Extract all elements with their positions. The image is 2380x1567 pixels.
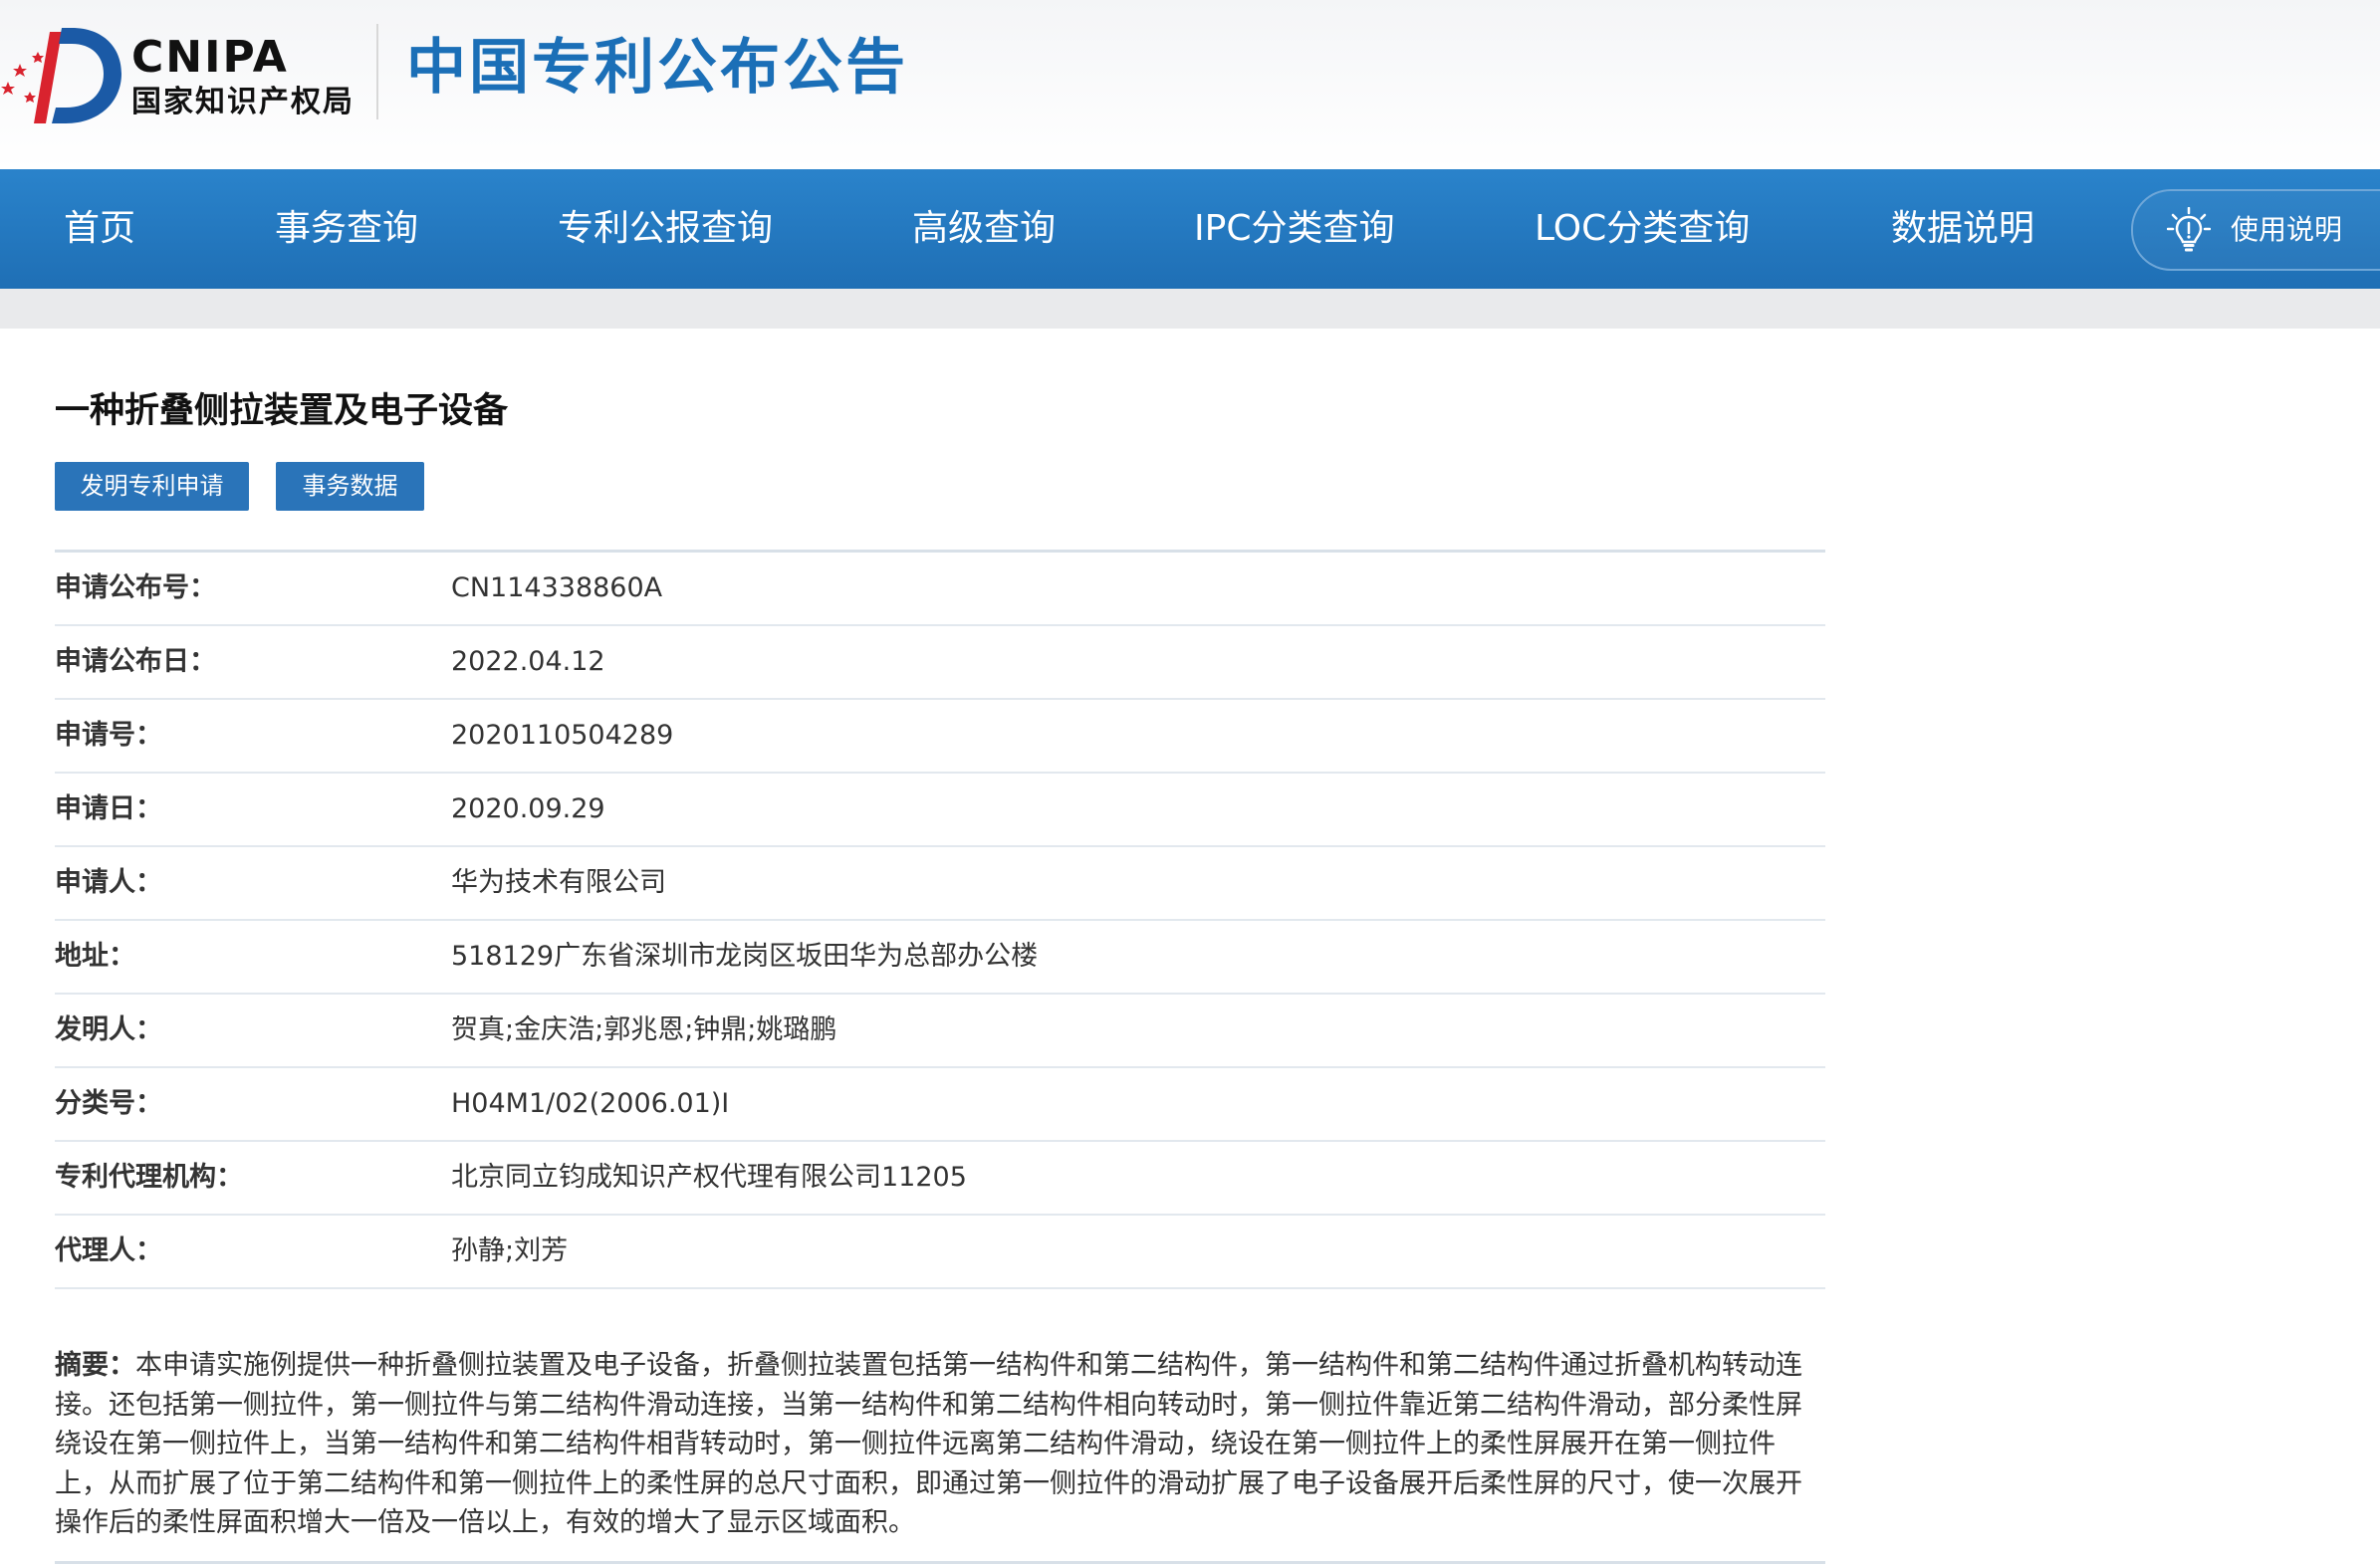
content-top-band [0, 289, 2380, 329]
field-label: 地址： [55, 941, 135, 972]
field-value: 2020110504289 [451, 720, 674, 751]
field-value: 孙静;刘芳 [451, 1235, 569, 1266]
main-nav: 首页 事务查询 专利公报查询 高级查询 IPC分类查询 LOC分类查询 数据说明… [0, 169, 2380, 289]
nav-item-transaction-query[interactable]: 事务查询 [275, 169, 418, 289]
nav-item-data-description[interactable]: 数据说明 [1891, 169, 2034, 289]
patent-abstract: 摘要：本申请实施例提供一种折叠侧拉装置及电子设备，折叠侧拉装置包括第一结构件和第… [55, 1346, 1825, 1543]
transaction-data-tag-button[interactable]: 事务数据 [276, 462, 424, 511]
table-row: 申请日： 2020.09.29 [55, 774, 1825, 847]
field-value: H04M1/02(2006.01)I [451, 1088, 730, 1119]
field-label: 申请公布日： [55, 646, 216, 677]
cnipa-logo[interactable]: CNIPA 国家知识产权局 [0, 22, 358, 131]
field-value: 北京同立钧成知识产权代理有限公司11205 [451, 1162, 967, 1193]
abstract-text: 本申请实施例提供一种折叠侧拉装置及电子设备，折叠侧拉装置包括第一结构件和第二结构… [55, 1350, 1802, 1538]
field-label: 申请日： [55, 793, 162, 824]
patent-title: 一种折叠侧拉装置及电子设备 [55, 391, 509, 431]
patent-info-table: 申请公布号： CN114338860A 申请公布日： 2022.04.12 申请… [55, 550, 1825, 1289]
lightbulb-icon [2167, 207, 2211, 252]
field-value: 2022.04.12 [451, 646, 605, 677]
nav-item-loc-query[interactable]: LOC分类查询 [1535, 169, 1750, 289]
field-value: CN114338860A [451, 572, 663, 603]
help-button-label: 使用说明 [2231, 213, 2343, 246]
site-title[interactable]: 中国专利公布公告 [406, 38, 908, 98]
abstract-label: 摘要： [55, 1350, 135, 1381]
field-label: 专利代理机构： [55, 1162, 243, 1193]
table-row: 分类号： H04M1/02(2006.01)I [55, 1068, 1825, 1142]
nav-item-gazette-query[interactable]: 专利公报查询 [558, 169, 773, 289]
field-label: 代理人： [55, 1235, 162, 1266]
field-label: 发明人： [55, 1014, 162, 1045]
site-header: CNIPA 国家知识产权局 中国专利公布公告 [0, 0, 2380, 169]
invention-application-tag-button[interactable]: 发明专利申请 [55, 462, 249, 511]
logo-text: CNIPA [131, 32, 289, 83]
nav-item-ipc-query[interactable]: IPC分类查询 [1194, 169, 1394, 289]
field-value: 华为技术有限公司 [451, 867, 666, 898]
table-row: 申请人： 华为技术有限公司 [55, 847, 1825, 921]
field-value: 2020.09.29 [451, 793, 605, 824]
table-row: 申请公布日： 2022.04.12 [55, 626, 1825, 700]
logo-subtitle: 国家知识产权局 [131, 85, 355, 119]
header-divider [376, 24, 378, 119]
table-row: 代理人： 孙静;刘芳 [55, 1216, 1825, 1289]
table-row: 地址： 518129广东省深圳市龙岗区坂田华为总部办公楼 [55, 921, 1825, 995]
table-row: 专利代理机构： 北京同立钧成知识产权代理有限公司11205 [55, 1142, 1825, 1216]
field-value: 贺真;金庆浩;郭兆恩;钟鼎;姚璐鹏 [451, 1014, 837, 1045]
field-label: 申请号： [55, 720, 162, 751]
field-label: 分类号： [55, 1088, 162, 1119]
abstract-divider [55, 1561, 1825, 1564]
field-value: 518129广东省深圳市龙岗区坂田华为总部办公楼 [451, 941, 1039, 972]
nav-item-home[interactable]: 首页 [64, 169, 135, 289]
field-label: 申请公布号： [55, 572, 216, 603]
table-row: 申请公布号： CN114338860A [55, 553, 1825, 626]
field-label: 申请人： [55, 867, 162, 898]
table-row: 申请号： 2020110504289 [55, 700, 1825, 774]
help-button[interactable]: 使用说明 [2131, 189, 2380, 271]
nav-item-advanced-query[interactable]: 高级查询 [912, 169, 1056, 289]
cnipa-emblem-icon [1, 28, 121, 123]
table-row: 发明人： 贺真;金庆浩;郭兆恩;钟鼎;姚璐鹏 [55, 995, 1825, 1068]
